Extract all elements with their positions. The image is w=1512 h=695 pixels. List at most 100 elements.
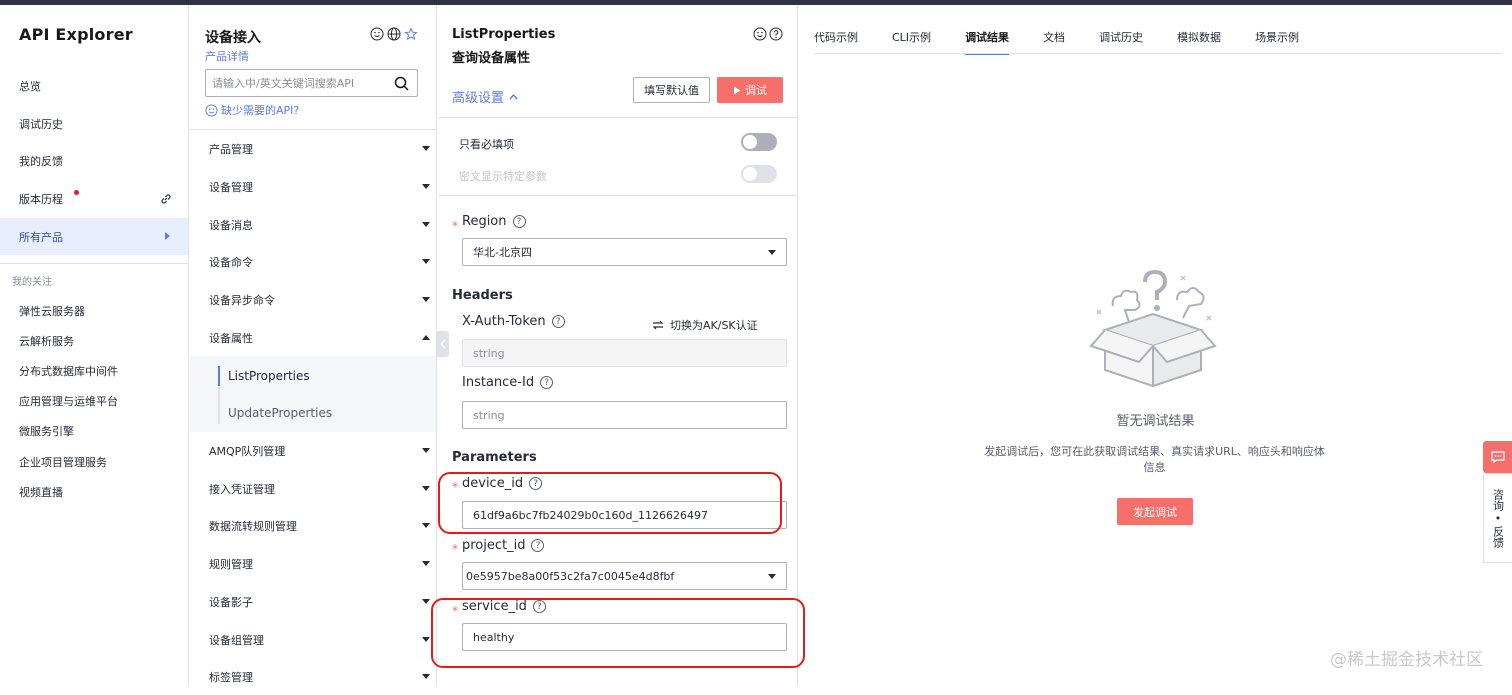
category-item[interactable]: 设备影子	[190, 583, 436, 620]
instance-input[interactable]: string	[462, 401, 787, 429]
caret-down-icon	[422, 297, 430, 302]
category-item[interactable]: 设备消息	[190, 206, 436, 243]
nav-all-products[interactable]: 所有产品	[0, 218, 188, 255]
advanced-settings-label: 高级设置	[452, 87, 504, 106]
required-mark: *	[452, 219, 458, 233]
favorite-item[interactable]: 应用管理与运维平台	[19, 393, 118, 409]
new-badge	[74, 190, 79, 195]
tab-debug-result[interactable]: 调试结果	[965, 29, 1009, 55]
help-icon[interactable]: ?	[513, 215, 526, 228]
tab-code-sample[interactable]: 代码示例	[814, 29, 858, 55]
only-required-toggle[interactable]	[741, 133, 777, 151]
category-item[interactable]: 设备管理	[190, 168, 436, 205]
search-icon[interactable]	[394, 76, 409, 91]
caret-down-icon	[422, 674, 430, 679]
chat-button[interactable]	[1483, 441, 1512, 473]
help-icon[interactable]: ?	[540, 376, 553, 389]
category-item[interactable]: 数据流转规则管理	[190, 507, 436, 544]
result-tabs: 代码示例 CLI示例 调试结果 文档 调试历史 模拟数据 场景示例	[814, 29, 1333, 55]
consult-feedback-button[interactable]: 咨询 • 反馈	[1483, 473, 1512, 563]
tab-debug-history[interactable]: 调试历史	[1099, 29, 1143, 55]
debug-button[interactable]: 调试	[717, 77, 783, 103]
project-id-label: project_id?	[462, 538, 544, 553]
start-debug-label: 发起调试	[1133, 504, 1177, 520]
help-icon[interactable]: ?	[531, 539, 544, 552]
help-icon[interactable]: ?	[552, 315, 565, 328]
category-label: 标签管理	[209, 669, 253, 685]
caret-down-icon	[422, 222, 430, 227]
category-label: 设备管理	[209, 179, 253, 195]
api-cn-name: 查询设备属性	[452, 47, 530, 66]
category-label: 设备组管理	[209, 632, 264, 648]
switch-auth-link[interactable]: 切换为AK/SK认证	[652, 317, 758, 333]
api-item[interactable]: UpdateProperties	[228, 406, 332, 420]
fill-default-label: 填写默认值	[644, 82, 699, 98]
smile-icon[interactable]	[370, 27, 384, 41]
advanced-settings-toggle[interactable]: 高级设置	[452, 87, 518, 106]
globe-icon[interactable]	[387, 27, 401, 41]
plaintext-toggle[interactable]	[741, 165, 777, 183]
api-header-icons	[753, 27, 783, 41]
highlight-device-id	[438, 472, 782, 534]
category-item[interactable]: 接入凭证管理	[190, 470, 436, 507]
result-panel: 代码示例 CLI示例 调试结果 文档 调试历史 模拟数据 场景示例 暂无调试结果…	[799, 5, 1512, 686]
switch-auth-label: 切换为AK/SK认证	[670, 317, 758, 333]
nav-label: 我的反馈	[19, 153, 63, 169]
category-item[interactable]: 规则管理	[190, 545, 436, 582]
favorite-item[interactable]: 企业项目管理服务	[19, 454, 107, 470]
region-value: 华北-北京四	[473, 244, 532, 260]
favorite-item[interactable]: 视频直播	[19, 484, 63, 500]
nav-debug-history[interactable]: 调试历史	[0, 105, 188, 142]
nav-label: 调试历史	[19, 116, 63, 132]
favorite-item[interactable]: 弹性云服务器	[19, 303, 85, 319]
help-icon[interactable]	[769, 27, 783, 41]
favorite-item[interactable]: 云解析服务	[19, 333, 74, 349]
search-placeholder: 请输入中/英文关键词搜索API	[212, 75, 354, 91]
missing-api-link[interactable]: 缺少需要的API?	[205, 102, 299, 118]
region-select[interactable]: 华北-北京四	[462, 238, 787, 266]
missing-api-label: 缺少需要的API?	[221, 102, 299, 118]
nav-my-feedback[interactable]: 我的反馈	[0, 142, 188, 179]
product-detail-link[interactable]: 产品详情	[205, 48, 249, 64]
start-debug-button[interactable]: 发起调试	[1117, 498, 1193, 525]
favorite-item[interactable]: 分布式数据库中间件	[19, 363, 118, 379]
tab-cli-sample[interactable]: CLI示例	[892, 29, 931, 55]
highlight-service-id	[431, 598, 805, 668]
category-item[interactable]: AMQP队列管理	[190, 432, 436, 469]
consult-label: 咨询	[1491, 489, 1506, 511]
caret-down-icon	[422, 184, 430, 189]
category-label: 规则管理	[209, 556, 253, 572]
empty-description: 发起调试后，您可在此获取调试结果、真实请求URL、响应头和响应体信息	[982, 444, 1327, 476]
caret-down-icon	[422, 599, 430, 604]
fill-default-button[interactable]: 填写默认值	[633, 77, 710, 103]
divider	[438, 117, 797, 118]
category-item[interactable]: 设备命令	[190, 243, 436, 280]
divider	[0, 263, 188, 264]
api-search-input[interactable]: 请输入中/英文关键词搜索API	[205, 69, 418, 97]
tab-scenario-sample[interactable]: 场景示例	[1255, 29, 1299, 55]
category-item[interactable]: 标签管理	[190, 658, 436, 695]
category-item[interactable]: 设备组管理	[190, 621, 436, 658]
favorite-item[interactable]: 微服务引擎	[19, 423, 74, 439]
api-item-active[interactable]: ListProperties	[228, 369, 310, 383]
empty-box-icon	[1085, 270, 1221, 390]
category-item[interactable]: 设备异步命令	[190, 281, 436, 318]
smile-icon[interactable]	[753, 27, 767, 41]
category-label: 设备消息	[209, 217, 253, 233]
tab-mock-data[interactable]: 模拟数据	[1177, 29, 1221, 55]
caret-down-icon	[422, 637, 430, 642]
link-icon[interactable]	[160, 193, 172, 205]
caret-up-icon	[422, 335, 430, 340]
token-input[interactable]: string	[462, 339, 787, 367]
tab-docs[interactable]: 文档	[1043, 29, 1065, 55]
category-item-expanded[interactable]: 设备属性	[190, 319, 436, 356]
star-icon[interactable]	[404, 27, 418, 41]
active-indicator	[218, 366, 220, 386]
category-label: 设备异步命令	[209, 292, 275, 308]
category-item[interactable]: 产品管理	[190, 130, 436, 167]
nav-version-history[interactable]: 版本历程	[0, 180, 188, 217]
divider	[438, 195, 797, 196]
nav-overview[interactable]: 总览	[0, 67, 188, 104]
region-label: Region?	[462, 214, 526, 229]
project-id-select[interactable]: 0e5957be8a00f53c2fa7c0045e4d8fbf	[462, 562, 787, 590]
